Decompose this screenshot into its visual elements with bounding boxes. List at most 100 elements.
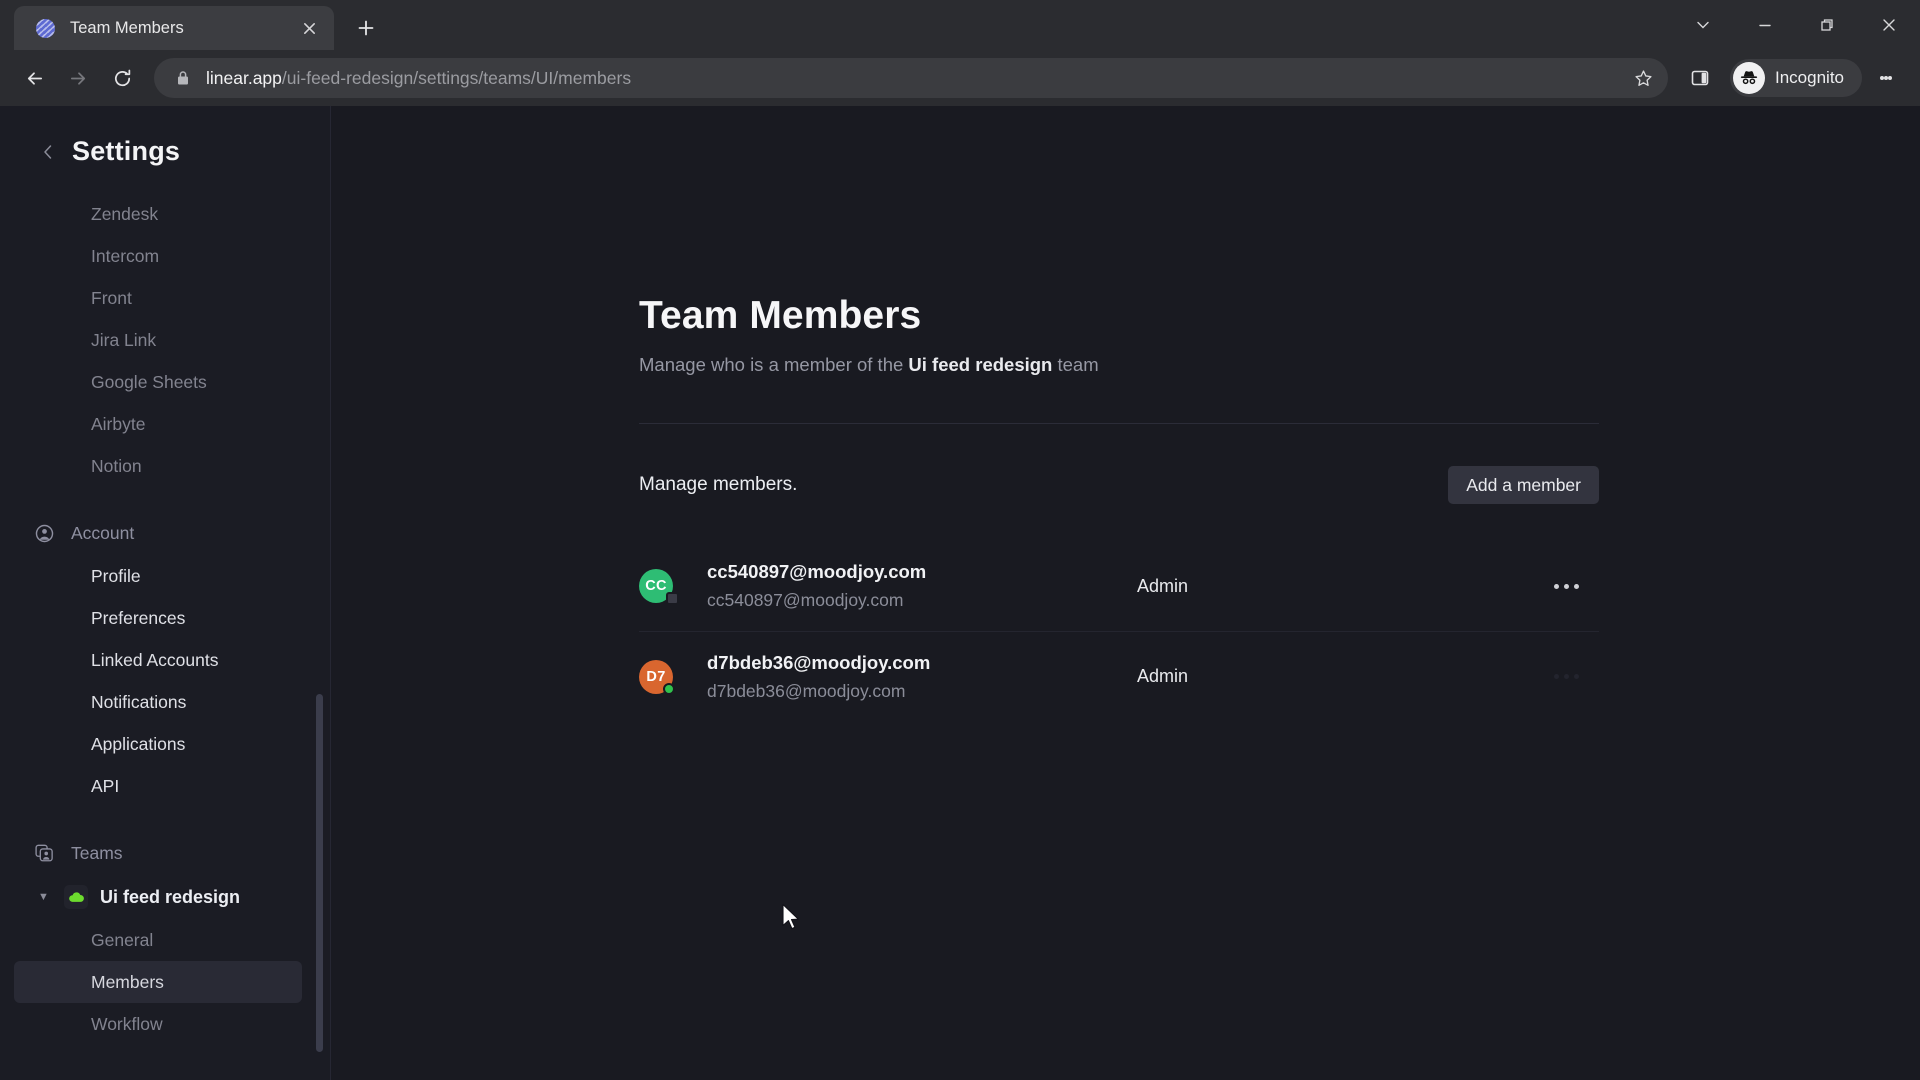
settings-header: Settings <box>0 106 330 167</box>
member-role: Admin <box>1137 575 1189 596</box>
team-members-title: Team Members <box>639 294 922 337</box>
close-window-button[interactable] <box>1858 0 1920 50</box>
sidebar-group-label: Account <box>71 522 135 543</box>
settings-sidebar: Settings Zendesk Intercom Front Jira Lin… <box>0 106 331 1080</box>
tab-search-button[interactable] <box>1672 0 1734 50</box>
sidebar-item-label: API <box>91 775 120 796</box>
sidebar-group-label: Teams <box>71 842 123 863</box>
browser-toolbar: linear.app/ui-feed-redesign/settings/tea… <box>0 50 1920 106</box>
sidebar-group-teams: Teams <box>0 831 330 875</box>
sidebar-item-jira-link[interactable]: Jira Link <box>14 319 302 361</box>
member-name: cc540897@moodjoy.com <box>707 561 927 582</box>
sidebar-item-linked-accounts[interactable]: Linked Accounts <box>14 639 302 681</box>
browser-tab[interactable]: Team Members <box>14 6 334 50</box>
sidebar-item-general[interactable]: General <box>14 919 302 961</box>
sidebar-item-label: Jira Link <box>91 329 157 350</box>
teams-stack-icon <box>33 842 55 864</box>
sidebar-item-label: General <box>91 929 154 950</box>
mouse-pointer-icon <box>781 903 803 938</box>
sidebar-item-label: Notion <box>91 455 142 476</box>
sidebar-item-notifications[interactable]: Notifications <box>14 681 302 723</box>
sidebar-item-label: Intercom <box>91 245 160 266</box>
sidebar-item-zendesk[interactable]: Zendesk <box>14 193 302 235</box>
sidebar-item-label: Google Sheets <box>91 371 207 392</box>
subtitle-prefix: Manage who is a member of the <box>639 354 909 375</box>
minimize-button[interactable] <box>1734 0 1796 50</box>
sidebar-item-api[interactable]: API <box>14 765 302 807</box>
window-controls <box>1672 0 1920 50</box>
more-horizontal-icon[interactable] <box>1554 583 1599 589</box>
sidebar-team-ui-feed-redesign[interactable]: ▼ Ui feed redesign <box>0 875 330 919</box>
sidebar-item-label: Zendesk <box>91 203 159 224</box>
new-tab-button[interactable] <box>348 10 384 46</box>
sidebar-item-preferences[interactable]: Preferences <box>14 597 302 639</box>
member-role: Admin <box>1137 666 1189 686</box>
status-badge <box>666 592 679 605</box>
sidebar-item-label: Members <box>91 971 164 992</box>
sidebar-item-workflow[interactable]: Workflow <box>14 1003 302 1045</box>
more-horizontal-icon[interactable] <box>1554 674 1599 679</box>
url-path: /ui-feed-redesign/settings/teams/UI/memb… <box>281 67 632 88</box>
back-button[interactable] <box>14 58 54 98</box>
forward-button[interactable] <box>58 58 98 98</box>
page-title: Settings <box>72 136 181 166</box>
tab-strip: Team Members <box>0 0 1920 50</box>
star-icon[interactable] <box>1626 61 1660 95</box>
sidebar-item-google-sheets[interactable]: Google Sheets <box>14 361 302 403</box>
browser-window: Team Members linear.app/ui-feed-redesign… <box>0 0 1920 1080</box>
sidebar-group-account: Account <box>0 511 330 555</box>
side-panel-icon[interactable] <box>1680 58 1720 98</box>
page-viewport: Settings Zendesk Intercom Front Jira Lin… <box>0 106 1920 1080</box>
profile-chip[interactable]: Incognito <box>1730 59 1862 97</box>
subtitle-suffix: team <box>1052 354 1099 375</box>
sidebar-item-label: Notifications <box>91 691 187 712</box>
member-identity: d7bdeb36@moodjoy.com d7bdeb36@moodjoy.co… <box>707 652 1137 702</box>
profile-label: Incognito <box>1775 68 1844 87</box>
sidebar-item-label: Profile <box>91 565 141 586</box>
close-icon[interactable] <box>296 15 322 41</box>
add-a-member-button[interactable]: Add a member <box>1448 466 1599 504</box>
chevron-left-icon[interactable] <box>40 143 56 161</box>
sidebar-nav: Zendesk Intercom Front Jira Link Google … <box>0 193 330 1045</box>
subtitle-team-name: Ui feed redesign <box>908 354 1053 375</box>
sidebar-item-label: Preferences <box>91 607 186 628</box>
lock-icon <box>176 70 190 86</box>
sidebar-item-members[interactable]: Members <box>14 961 302 1003</box>
sidebar-item-notion[interactable]: Notion <box>14 445 302 487</box>
url-text: linear.app/ui-feed-redesign/settings/tea… <box>206 68 1626 89</box>
avatar: CC <box>639 569 679 605</box>
sidebar-item-label: Applications <box>91 733 186 754</box>
maximize-button[interactable] <box>1796 0 1858 50</box>
manage-members-label: Manage members. <box>639 474 798 495</box>
table-row[interactable]: D7 d7bdeb36@moodjoy.com d7bdeb36@moodjoy… <box>639 631 1599 721</box>
incognito-icon <box>1733 62 1765 94</box>
sidebar-item-label: Front <box>91 287 132 308</box>
url-domain: linear.app <box>206 67 282 88</box>
green-cloud-icon <box>64 885 88 909</box>
member-email: d7bdeb36@moodjoy.com <box>707 680 906 701</box>
sidebar-scrollbar[interactable] <box>316 694 323 1052</box>
reload-button[interactable] <box>102 58 142 98</box>
avatar: D7 <box>639 659 675 695</box>
member-name: d7bdeb36@moodjoy.com <box>707 651 931 673</box>
members-list: CC cc540897@moodjoy.com cc540897@moodjoy… <box>639 541 1599 721</box>
address-bar[interactable]: linear.app/ui-feed-redesign/settings/tea… <box>154 58 1668 98</box>
sidebar-item-label: Workflow <box>91 1013 163 1034</box>
table-row[interactable]: CC cc540897@moodjoy.com cc540897@moodjoy… <box>639 541 1599 631</box>
member-email: cc540897@moodjoy.com <box>707 590 904 610</box>
user-circle-icon <box>33 522 55 544</box>
kebab-menu-icon[interactable] <box>1866 56 1906 100</box>
sidebar-item-applications[interactable]: Applications <box>14 723 302 765</box>
sidebar-item-airbyte[interactable]: Airbyte <box>14 403 302 445</box>
sidebar-item-label: Airbyte <box>91 413 146 434</box>
sidebar-team-label: Ui feed redesign <box>100 886 241 907</box>
sidebar-item-profile[interactable]: Profile <box>14 555 302 597</box>
manage-members-row: Manage members. Add a member <box>639 466 1599 504</box>
tab-title: Team Members <box>70 18 184 37</box>
sidebar-item-front[interactable]: Front <box>14 277 302 319</box>
sidebar-item-intercom[interactable]: Intercom <box>14 235 302 277</box>
team-members-subtitle: Manage who is a member of the Ui feed re… <box>639 354 1599 376</box>
caret-down-icon[interactable]: ▼ <box>38 891 52 903</box>
status-badge <box>663 682 675 695</box>
sidebar-item-label: Linked Accounts <box>91 649 219 670</box>
